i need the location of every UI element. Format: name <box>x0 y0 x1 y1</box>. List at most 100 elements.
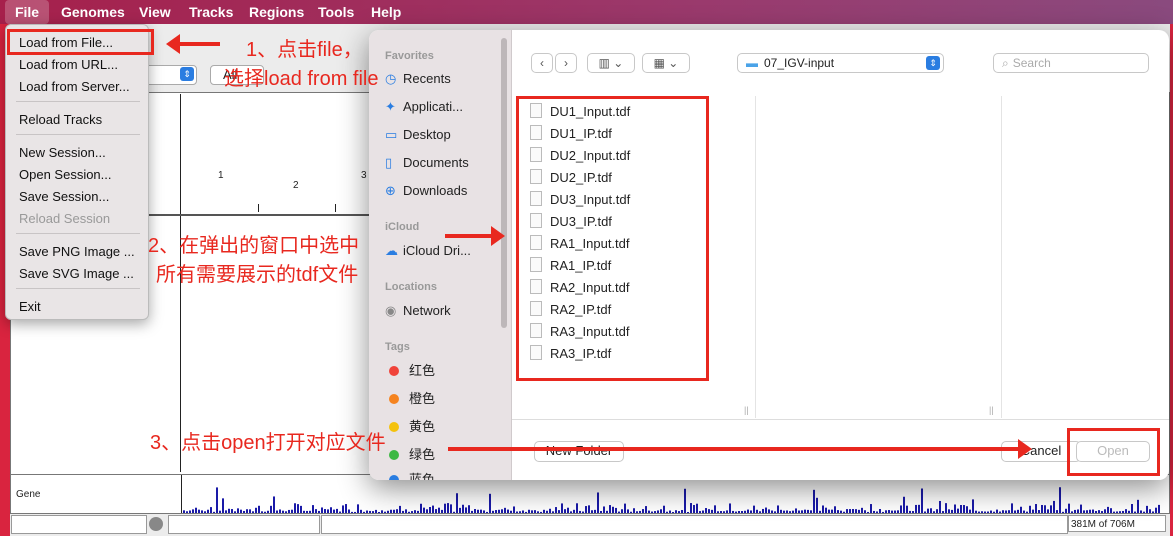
gene-density-bar <box>453 511 455 513</box>
menu-genomes[interactable]: Genomes <box>61 0 125 24</box>
gene-density-bar <box>675 510 677 513</box>
menu-item-save-svg[interactable]: Save SVG Image ... <box>19 266 134 281</box>
gene-density-bar <box>687 511 689 513</box>
gene-density-bar <box>717 511 719 513</box>
gene-density-bar <box>300 505 302 513</box>
menu-item-exit[interactable]: Exit <box>19 299 41 314</box>
gene-density-bar <box>534 510 536 513</box>
gene-density-bar <box>570 511 572 513</box>
gene-density-bar <box>747 509 749 513</box>
menu-tracks[interactable]: Tracks <box>189 0 233 24</box>
gene-density-bar <box>1065 508 1067 513</box>
back-button[interactable]: ‹ <box>531 53 553 73</box>
gene-density-bar <box>822 505 824 513</box>
genome-select[interactable]: ⇕ <box>145 65 197 85</box>
gene-density-bar <box>741 511 743 513</box>
gene-density-bar <box>942 511 944 513</box>
view-mode-button[interactable]: ▥ ⌄ <box>587 53 635 73</box>
sidebar-item-documents[interactable]: ▯ Documents <box>385 154 469 172</box>
search-input[interactable]: ⌕ Search <box>993 53 1149 73</box>
menu-view[interactable]: View <box>139 0 171 24</box>
menu-file[interactable]: File <box>5 0 49 24</box>
sidebar-item-applications[interactable]: ✦ Applicati... <box>385 98 463 116</box>
gene-density-bar <box>726 510 728 513</box>
gene-density-bar <box>381 510 383 513</box>
menu-item-save-png[interactable]: Save PNG Image ... <box>19 244 135 259</box>
gene-density-bar <box>639 510 641 513</box>
annotation-step1b: 选择load from file <box>224 68 379 90</box>
new-folder-button[interactable]: New Folder <box>534 441 624 462</box>
gene-density-bar <box>363 511 365 513</box>
menu-item-load-from-url[interactable]: Load from URL... <box>19 57 118 72</box>
annotation-arrow <box>448 439 1032 459</box>
group-button[interactable]: ▦ ⌄ <box>642 53 690 73</box>
sidebar-tag-green[interactable]: 绿色 <box>389 446 435 464</box>
gene-density-bar <box>600 510 602 513</box>
sidebar-tag-red[interactable]: 红色 <box>389 362 435 380</box>
sidebar-tag-yellow[interactable]: 黄色 <box>389 418 435 436</box>
menu-regions[interactable]: Regions <box>249 0 304 24</box>
gene-density-bar <box>207 509 209 513</box>
gene-density-bar <box>921 488 923 513</box>
gene-density-bar <box>459 507 461 513</box>
gene-density-bar <box>849 509 851 513</box>
gene-density-bar <box>411 511 413 513</box>
gene-density-bar <box>1083 510 1085 513</box>
gene-density-bar <box>1119 511 1121 513</box>
menu-item-open-session[interactable]: Open Session... <box>19 167 112 182</box>
gene-density-bar <box>1020 506 1022 513</box>
gene-density-bar <box>1014 510 1016 513</box>
gene-density-bar <box>915 504 917 513</box>
tag-dot-icon <box>389 422 399 432</box>
sidebar-tag-orange[interactable]: 橙色 <box>389 390 435 408</box>
sidebar-item-recents[interactable]: ◷ Recents <box>385 70 451 88</box>
tag-dot-icon <box>389 475 399 480</box>
gene-density-bar <box>996 509 998 513</box>
gene-density-bar <box>1125 509 1127 513</box>
gene-density-bar <box>1002 510 1004 513</box>
folder-select[interactable]: ▬ 07_IGV-input ⇕ <box>737 53 944 73</box>
sidebar-item-icloud-drive[interactable]: ☁ iCloud Dri... <box>385 242 471 260</box>
sidebar-tag-blue[interactable]: 蓝色 <box>389 471 435 480</box>
gene-density-bar <box>642 509 644 513</box>
menu-item-reload-tracks[interactable]: Reload Tracks <box>19 112 102 127</box>
forward-button[interactable]: › <box>555 53 577 73</box>
gene-density-bar <box>288 509 290 513</box>
gene-density-bar <box>189 510 191 513</box>
gene-density-bar <box>738 511 740 513</box>
gene-density-bar <box>249 509 251 513</box>
gene-density-bar <box>624 503 626 513</box>
gene-density-bar <box>438 507 440 513</box>
sidebar-item-desktop[interactable]: ▭ Desktop <box>385 126 451 144</box>
gene-density-bar <box>507 509 509 513</box>
gene-density-bar <box>462 504 464 513</box>
menu-item-save-session[interactable]: Save Session... <box>19 189 109 204</box>
gene-density-bar <box>1008 510 1010 513</box>
gene-density-bar <box>582 511 584 513</box>
gene-density-bar <box>378 511 380 513</box>
menu-item-load-from-server[interactable]: Load from Server... <box>19 79 130 94</box>
gene-density-bar <box>669 510 671 513</box>
desktop-icon: ▭ <box>385 127 398 142</box>
gene-density-bar <box>1155 507 1157 513</box>
menu-item-new-session[interactable]: New Session... <box>19 145 106 160</box>
download-icon: ⊕ <box>385 183 396 198</box>
sidebar-item-network[interactable]: ◉ Network <box>385 302 451 320</box>
sidebar-scrollbar[interactable] <box>501 38 507 328</box>
gene-density-bar <box>633 508 635 513</box>
gene-density-bar <box>234 511 236 513</box>
menu-tools[interactable]: Tools <box>318 0 354 24</box>
gene-density-bar <box>294 503 296 513</box>
highlight-box <box>7 29 154 55</box>
gene-density-bar <box>957 508 959 513</box>
open-dialog: Favorites ◷ Recents ✦ Applicati... ▭ Deskto… <box>369 30 1169 480</box>
gene-density-bar <box>1071 511 1073 513</box>
column-resize-handle[interactable]: || <box>989 405 994 415</box>
gene-density-bar <box>768 509 770 513</box>
column-resize-handle[interactable]: || <box>744 405 749 415</box>
gene-density-bar <box>939 500 941 513</box>
highlight-box <box>516 96 709 381</box>
menu-help[interactable]: Help <box>371 0 401 24</box>
gene-density-bar <box>897 510 899 513</box>
sidebar-item-downloads[interactable]: ⊕ Downloads <box>385 182 467 200</box>
